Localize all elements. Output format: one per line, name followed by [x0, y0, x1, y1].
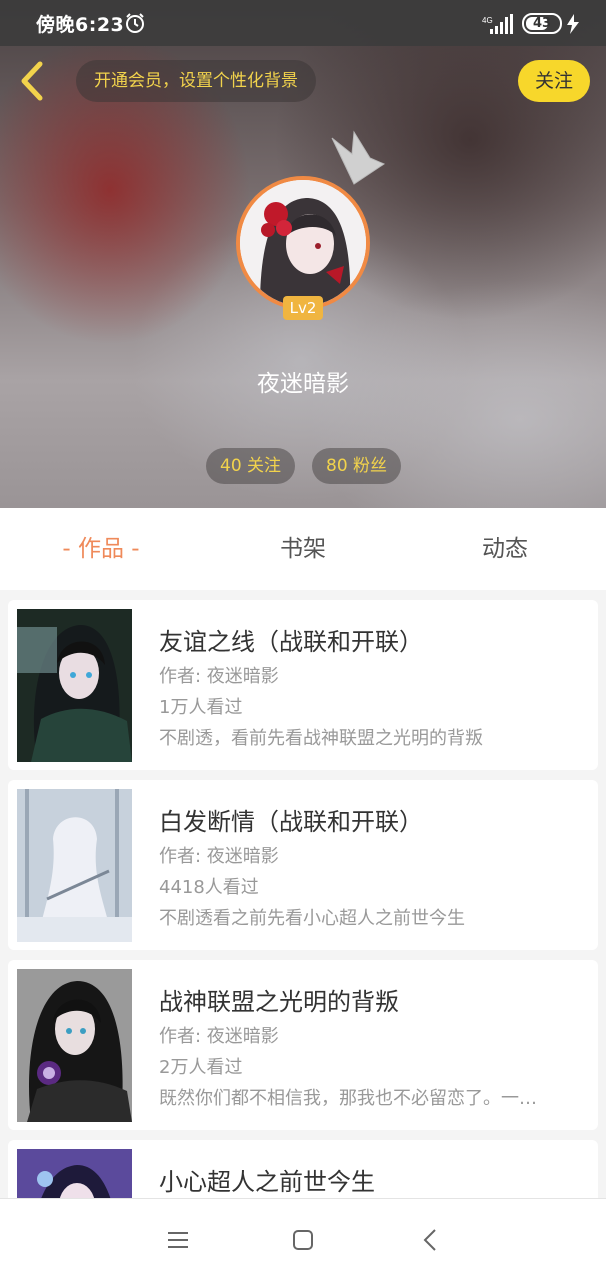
level-badge: Lv2: [283, 296, 323, 320]
crown-icon: [331, 130, 386, 185]
menu-icon[interactable]: [163, 1225, 193, 1255]
book-author: 作者: 夜迷暗影: [159, 666, 279, 687]
following-count[interactable]: 40 关注: [206, 448, 296, 484]
book-views: 2万人看过: [159, 1057, 243, 1078]
book-author: 作者: 夜迷暗影: [159, 1026, 279, 1047]
book-views: 4418人看过: [159, 877, 259, 898]
list-item[interactable]: 友谊之线（战联和开联） 作者: 夜迷暗影 1万人看过 不剧透，看前先看战神联盟之…: [8, 600, 598, 770]
profile-header: 傍晚6:23 4G 43 开通会员，设置个性化背景 关注 Lv2 夜迷暗影 40…: [0, 0, 606, 508]
triangle-back-icon[interactable]: [416, 1225, 446, 1255]
avatar-image: [240, 180, 366, 306]
book-title: 小心超人之前世今生: [159, 1168, 375, 1196]
charging-bolt-icon: [567, 14, 579, 34]
signal-icon: 4G: [482, 14, 513, 34]
followers-count[interactable]: 80 粉丝: [312, 448, 402, 484]
works-list: 友谊之线（战联和开联） 作者: 夜迷暗影 1万人看过 不剧透，看前先看战神联盟之…: [0, 590, 606, 1198]
list-item[interactable]: 战神联盟之光明的背叛 作者: 夜迷暗影 2万人看过 既然你们都不相信我，那我也不…: [8, 960, 598, 1130]
book-cover-image: [17, 609, 132, 762]
tab-bookshelf[interactable]: 书架: [202, 508, 404, 590]
book-description: 不剧透，看前先看战神联盟之光明的背叛: [159, 728, 483, 749]
alarm-clock-icon: [126, 13, 144, 33]
network-type-label: 4G: [482, 16, 493, 25]
vip-background-banner[interactable]: 开通会员，设置个性化背景: [76, 60, 316, 102]
book-views: 1万人看过: [159, 697, 243, 718]
book-title: 白发断情（战联和开联）: [159, 808, 423, 836]
square-home-icon[interactable]: [288, 1225, 318, 1255]
system-navigation-bar: [0, 1198, 606, 1280]
tab-works[interactable]: - 作品 -: [0, 508, 202, 590]
list-item[interactable]: 白发断情（战联和开联） 作者: 夜迷暗影 4418人看过 不剧透看之前先看小心超…: [8, 780, 598, 950]
book-cover-image: [17, 789, 132, 942]
book-author: 作者: 夜迷暗影: [159, 846, 279, 867]
battery-indicator: 43: [522, 13, 562, 34]
book-cover-image: [17, 1149, 132, 1198]
profile-tabs: - 作品 - 书架 动态: [0, 508, 606, 590]
status-bar: 傍晚6:23 4G 43: [0, 0, 606, 46]
book-cover-image: [17, 969, 132, 1122]
username: 夜迷暗影: [257, 371, 349, 397]
status-time: 傍晚6:23: [36, 14, 125, 36]
list-item[interactable]: 小心超人之前世今生: [8, 1140, 598, 1198]
book-description: 既然你们都不相信我，那我也不必留恋了。一…: [159, 1088, 537, 1109]
follow-button[interactable]: 关注: [518, 60, 590, 102]
profile-page: 傍晚6:23 4G 43 开通会员，设置个性化背景 关注 Lv2 夜迷暗影 40…: [0, 0, 606, 1280]
tab-activity[interactable]: 动态: [404, 508, 606, 590]
chevron-left-icon[interactable]: [14, 58, 50, 104]
book-description: 不剧透看之前先看小心超人之前世今生: [159, 908, 465, 929]
book-title: 战神联盟之光明的背叛: [159, 988, 399, 1016]
battery-level: 43: [532, 16, 552, 31]
book-title: 友谊之线（战联和开联）: [159, 628, 423, 656]
avatar[interactable]: [236, 176, 370, 310]
